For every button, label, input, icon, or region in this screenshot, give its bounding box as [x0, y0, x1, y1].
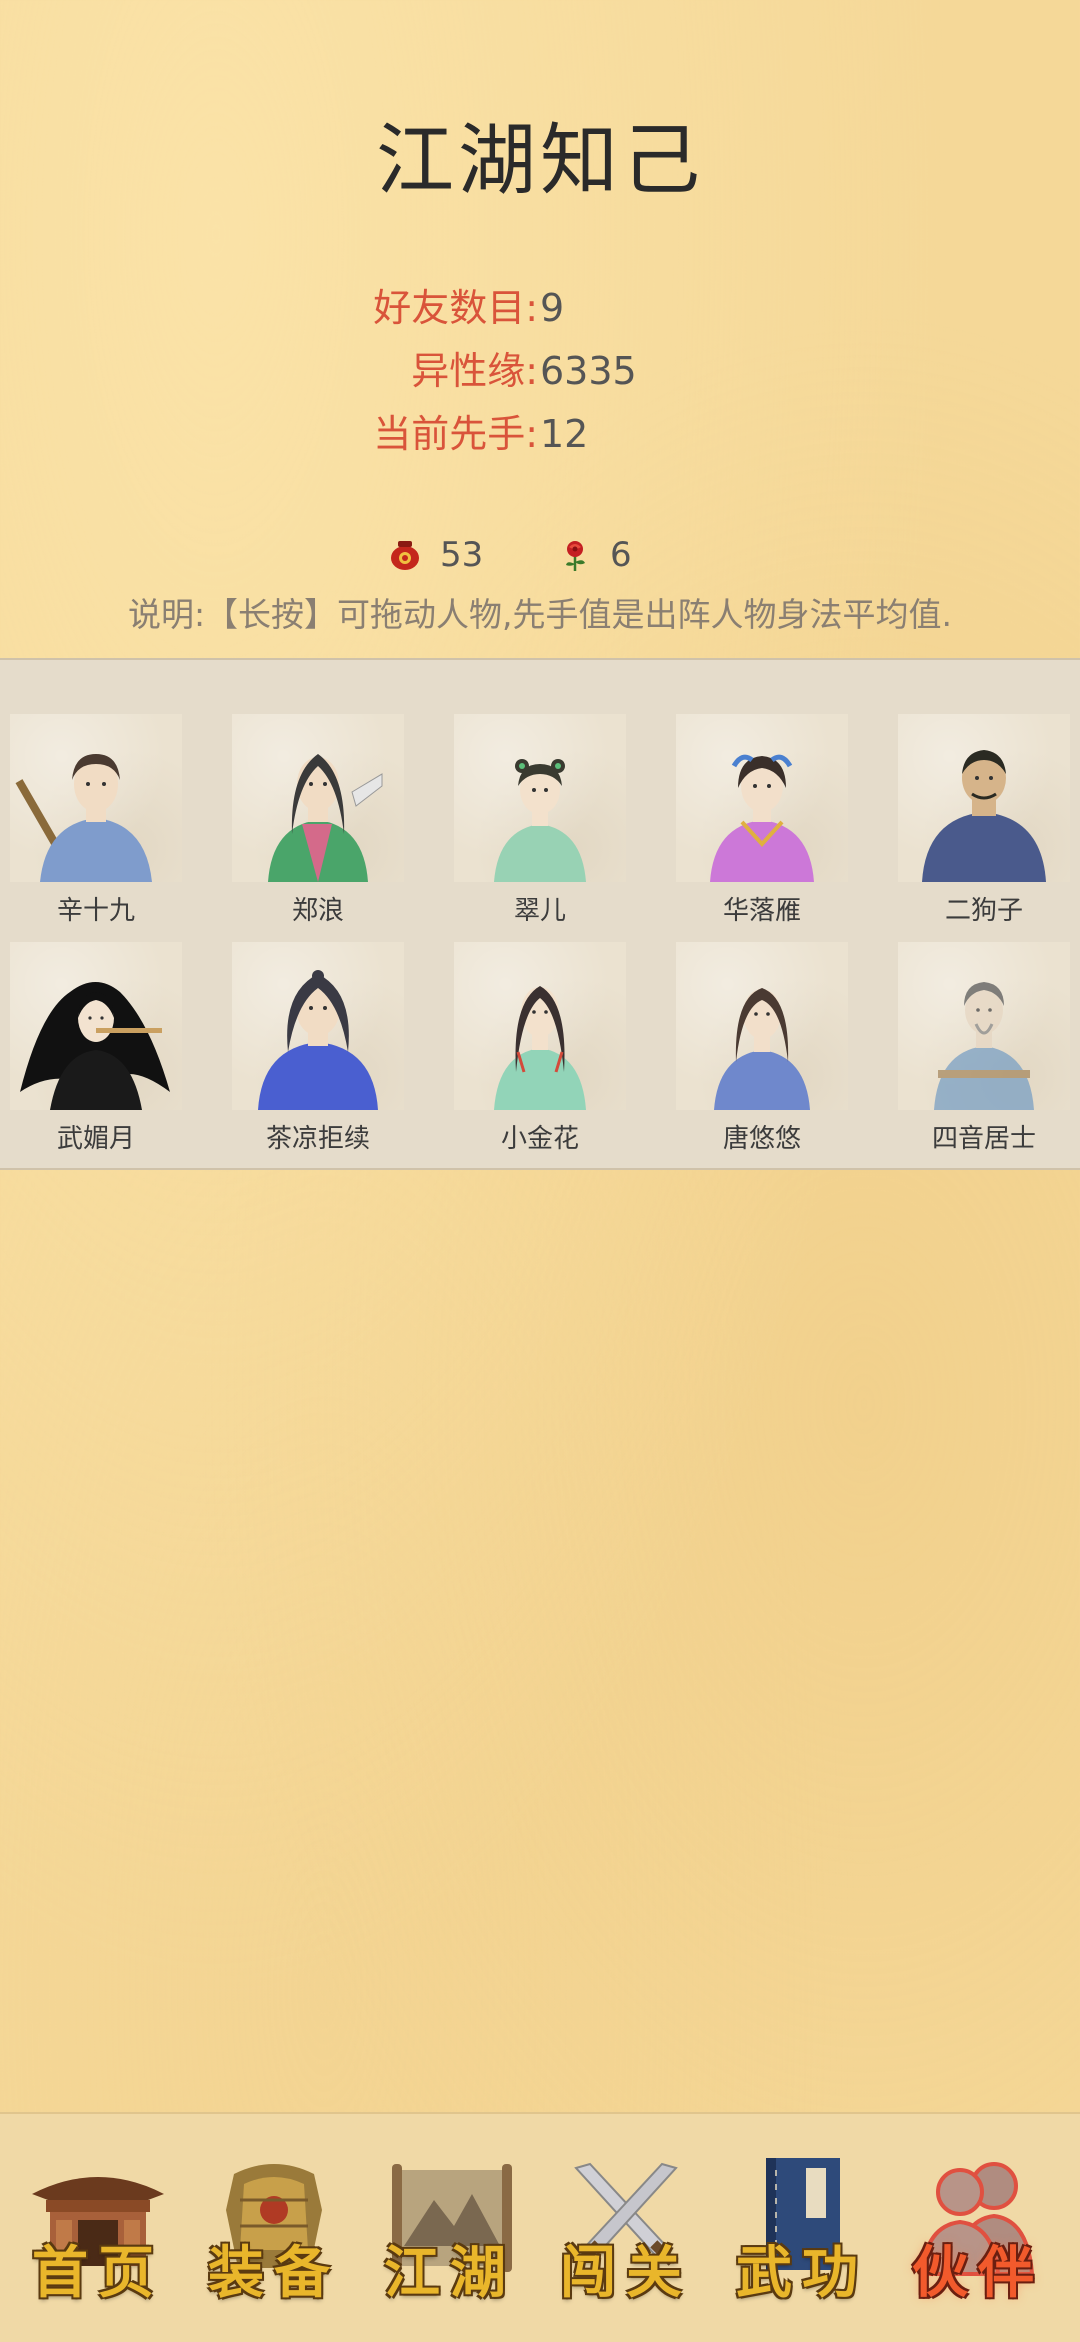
character-name: 辛十九	[56, 896, 135, 926]
character-name: 二狗子	[944, 896, 1023, 926]
character-card[interactable]: 小金花	[454, 942, 626, 1154]
stat-initiative: 当前先手: 12	[0, 409, 1080, 459]
character-card[interactable]: 唐悠悠	[676, 942, 848, 1154]
character-card[interactable]: 武媚月	[10, 942, 182, 1154]
wine-jar-icon	[391, 541, 419, 570]
tab-jianghu[interactable]: 江湖	[370, 2150, 530, 2310]
character-card[interactable]: 翠儿	[454, 714, 626, 926]
character-portrait	[232, 942, 404, 1110]
stat-value: 12	[540, 412, 589, 456]
stat-label: 异性缘:	[411, 349, 538, 393]
stat-value: 6335	[540, 349, 637, 393]
character-portrait	[676, 942, 848, 1110]
tab-partners[interactable]: 伙伴	[898, 2150, 1058, 2310]
character-card[interactable]: 郑浪	[232, 714, 404, 926]
tab-label: 闯关	[560, 2240, 692, 2306]
stat-charm: 异性缘: 6335	[0, 346, 1080, 396]
character-card[interactable]: 四音居士	[898, 942, 1070, 1154]
rose-count: 6	[610, 535, 632, 575]
character-card[interactable]: 辛十九	[10, 714, 182, 926]
character-portrait	[898, 942, 1070, 1110]
character-portrait	[898, 714, 1070, 882]
character-name: 小金花	[500, 1124, 579, 1154]
character-portrait	[10, 942, 182, 1110]
character-name: 郑浪	[291, 896, 344, 926]
character-card[interactable]: 茶凉拒续	[232, 942, 404, 1154]
tab-martial-arts[interactable]: 武功	[722, 2150, 882, 2310]
character-name: 翠儿	[513, 896, 566, 926]
tab-challenge[interactable]: 闯关	[546, 2150, 706, 2310]
character-card[interactable]: 二狗子	[898, 714, 1070, 926]
tab-label: 江湖	[384, 2240, 516, 2306]
character-portrait	[10, 714, 182, 882]
tab-label: 伙伴	[912, 2240, 1044, 2306]
character-portrait	[232, 714, 404, 882]
instruction-note: 说明:【长按】可拖动人物,先手值是出阵人物身法平均值.	[127, 595, 953, 634]
character-name: 茶凉拒续	[265, 1124, 370, 1154]
wine-count: 53	[440, 535, 484, 575]
bottom-tab-bar: 首页 装备 江湖 闯关 武功 伙伴	[0, 2112, 1080, 2342]
rose-icon	[566, 541, 585, 571]
character-name: 四音居士	[931, 1124, 1036, 1154]
character-name: 武媚月	[56, 1124, 135, 1154]
character-card[interactable]: 华落雁	[676, 714, 848, 926]
page-title: 江湖知己	[375, 116, 704, 206]
tab-home[interactable]: 首页	[18, 2150, 178, 2310]
stat-label: 当前先手:	[373, 412, 538, 456]
character-name: 唐悠悠	[722, 1124, 801, 1154]
stat-friend-count: 好友数目: 9	[0, 283, 1080, 333]
tab-label: 首页	[32, 2240, 164, 2306]
character-portrait	[676, 714, 848, 882]
character-name: 华落雁	[722, 896, 801, 926]
stat-value: 9	[540, 286, 565, 330]
character-portrait	[454, 942, 626, 1110]
stat-label: 好友数目:	[373, 286, 538, 330]
character-grid: 辛十九 郑浪 翠儿 华落雁 二狗子 武媚月 茶凉拒续 小金花 唐悠悠 四音居士	[0, 658, 1080, 1170]
tab-equipment[interactable]: 装备	[194, 2150, 354, 2310]
tab-label: 武功	[736, 2240, 868, 2306]
tab-label: 装备	[208, 2240, 340, 2306]
character-portrait	[454, 714, 626, 882]
